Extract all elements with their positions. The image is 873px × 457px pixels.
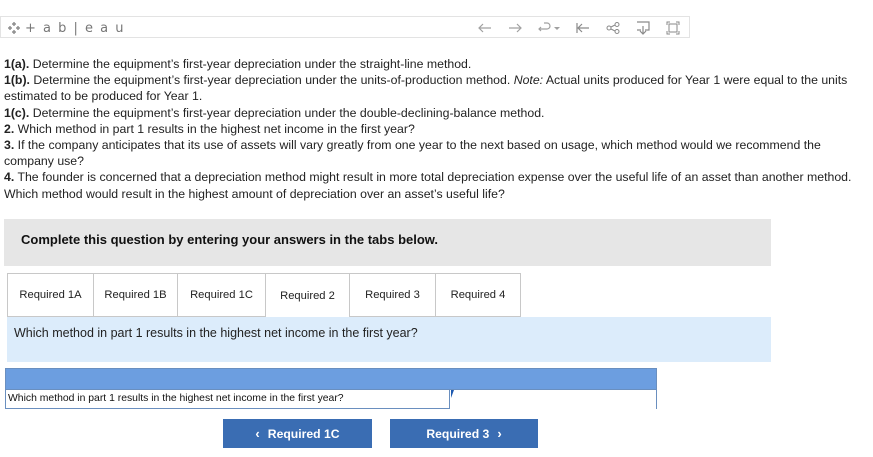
share-icon[interactable] (605, 20, 621, 36)
question-1c: 1(c). Determine the equipment’s first-ye… (4, 105, 545, 120)
question-text: 1(a). Determine the equipment’s first-ye… (4, 56, 864, 202)
answer-dropdown[interactable] (450, 390, 656, 409)
tab-required-1c[interactable]: Required 1C (177, 273, 265, 317)
tab-required-3[interactable]: Required 3 (349, 273, 435, 317)
answer-table: Which method in part 1 results in the hi… (5, 368, 657, 409)
tab-required-2[interactable]: Required 2 (265, 273, 349, 317)
instruction-banner: Complete this question by entering your … (4, 219, 771, 266)
undo-arrow-icon[interactable] (477, 20, 493, 36)
required-tabs: Required 1A Required 1B Required 1C Requ… (7, 273, 521, 317)
answer-table-header (6, 369, 656, 390)
tableau-toolbar: + a b | e a u (0, 16, 690, 38)
question-prompt-panel: Which method in part 1 results in the hi… (7, 317, 771, 362)
reset-to-start-icon[interactable] (575, 20, 591, 36)
previous-required-button[interactable]: ‹ Required 1C (223, 419, 372, 448)
download-icon[interactable] (635, 20, 651, 36)
answer-row-label: Which method in part 1 results in the hi… (6, 390, 450, 409)
question-2: 2. Which method in part 1 results in the… (4, 121, 415, 136)
question-1a: 1(a). Determine the equipment’s first-ye… (4, 57, 472, 71)
tableau-logo: + a b | e a u (7, 18, 125, 38)
table-row: Which method in part 1 results in the hi… (6, 390, 656, 409)
instruction-text: Complete this question by entering your … (21, 232, 439, 247)
tableau-logo-icon (7, 21, 21, 35)
question-3: 3. If the company anticipates that its u… (4, 138, 821, 169)
tab-required-4[interactable]: Required 4 (435, 273, 521, 317)
revert-icon[interactable] (537, 20, 561, 36)
question-4: 4. The founder is concerned that a depre… (4, 170, 852, 201)
chevron-left-icon: ‹ (255, 426, 260, 441)
tab-required-1b[interactable]: Required 1B (93, 273, 177, 317)
fullscreen-icon[interactable] (665, 20, 681, 36)
next-required-button[interactable]: Required 3 › (390, 419, 538, 448)
toolbar-icons (477, 18, 681, 38)
question-1b: 1(b). Determine the equipment’s first-ye… (4, 73, 848, 104)
question-prompt: Which method in part 1 results in the hi… (14, 326, 418, 340)
tab-required-1a[interactable]: Required 1A (7, 273, 93, 317)
chevron-right-icon: › (497, 426, 502, 441)
dropdown-marker-icon (451, 390, 454, 398)
redo-arrow-icon[interactable] (507, 20, 523, 36)
tableau-logo-text: + a b | e a u (25, 20, 125, 36)
